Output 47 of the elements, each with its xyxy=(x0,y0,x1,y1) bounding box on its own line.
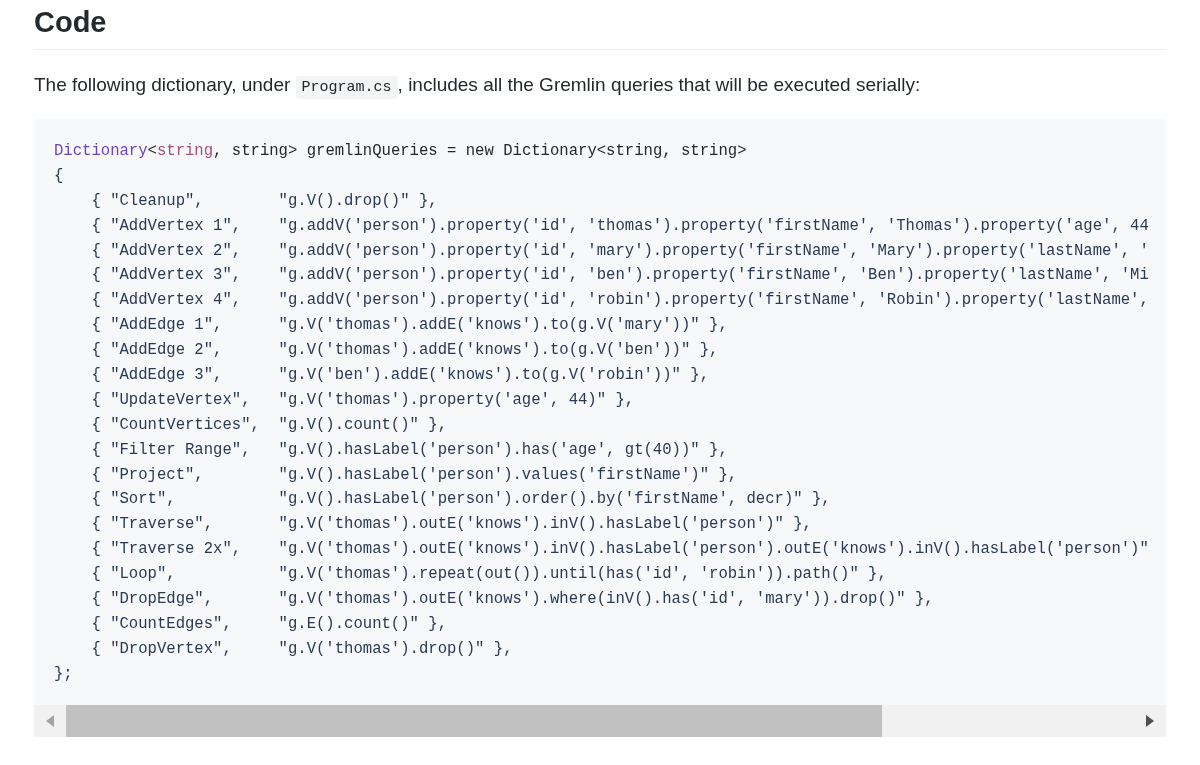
code-line: { xyxy=(54,165,64,187)
code-text: { "Cleanup", xyxy=(91,190,205,212)
code-text: { "AddEdge 1", xyxy=(91,315,224,337)
code-text: "g.V('ben').addE('knows').to(g.V('robin'))" }, xyxy=(278,365,710,386)
code-text: { "Traverse", xyxy=(91,514,215,536)
code-text: { "CountVertices", xyxy=(91,414,261,436)
code-line: Dictionary<string, string> gremlinQueries = new Dictionary<string, string> xyxy=(54,141,747,162)
code-text: "g.V('thomas').outE('knows').where(inV().has('id', 'mary')).drop()" }, xyxy=(278,589,934,611)
code-text: "g.addV('person').property('id', 'ben').property('firstName', 'Ben').property('lastName', 'Mi xyxy=(278,265,1149,287)
code-text: { "Project", xyxy=(91,464,205,486)
code-text: "g.V('thomas').outE('knows').inV().hasLabel('person')" }, xyxy=(278,514,812,536)
code-text: "g.addV('person').property('id', 'thomas').property('firstName', 'Thomas').property('age', 44 xyxy=(278,215,1149,237)
section-heading: Code xyxy=(34,4,1166,50)
code-line: }; xyxy=(54,663,73,685)
code-text: { "UpdateVertex", xyxy=(91,389,252,411)
code-text: "g.V().hasLabel('person').values('firstName')" }, xyxy=(278,464,738,486)
intro-text: The following dictionary, under Program.cs , includes all the Gremlin queries that will be executed serially: xyxy=(34,72,1166,101)
code-text: { "AddVertex 4", xyxy=(91,290,243,312)
code-text: "g.V().hasLabel('person').order().by('firstName', decr)" }, xyxy=(278,489,831,511)
code-text: "g.V('thomas').addE('knows').to(g.V('ben'))" }, xyxy=(278,340,719,362)
code-text: { "Loop", xyxy=(91,564,177,586)
code-text: { "Sort", xyxy=(91,489,177,511)
code-text: "g.V('thomas').addE('knows').to(g.V('mary'))" }, xyxy=(278,315,728,337)
code-text: { "AddEdge 3", xyxy=(91,365,224,386)
code-text: { "DropVertex", xyxy=(91,638,233,660)
code-text: { "AddVertex 1", xyxy=(91,215,243,237)
code-text: { "AddVertex 2", xyxy=(91,240,243,262)
code-text: { "AddEdge 2", xyxy=(91,340,224,362)
scroll-right-icon[interactable] xyxy=(1145,713,1155,728)
code-text: { "Traverse 2x", xyxy=(91,539,243,561)
code-text: "g.E().count()" }, xyxy=(278,613,447,635)
code-text: { "Filter Range", xyxy=(91,439,252,461)
code-text: "g.addV('person').property('id', 'mary').property('firstName', 'Mary').property('lastName', ' xyxy=(278,240,1149,262)
code-text: { "CountEdges", xyxy=(91,613,233,635)
code-text: "g.V('thomas').outE('knows').inV().hasLabel('person').outE('knows').inV().hasLabel('person')" xyxy=(278,539,1149,561)
code-text: "g.V().count()" }, xyxy=(278,414,447,436)
scroll-left-icon[interactable] xyxy=(45,713,55,728)
code-text: { "AddVertex 3", xyxy=(91,265,243,287)
code-text: "g.V().hasLabel('person').has('age', gt(40))" }, xyxy=(278,439,728,461)
code-text: "g.V('thomas').drop()" }, xyxy=(278,638,513,660)
code-text: { "DropEdge", xyxy=(91,589,215,611)
code-text: "g.V().drop()" }, xyxy=(278,190,438,212)
horizontal-scrollbar[interactable] xyxy=(34,704,1166,737)
code-text: "g.addV('person').property('id', 'robin').property('firstName', 'Robin').property('lastName', xyxy=(278,290,1149,312)
code-text: "g.V('thomas').repeat(out()).until(has('id', 'robin')).path()" }, xyxy=(278,564,887,586)
code-text: "g.V('thomas').property('age', 44)" }, xyxy=(278,389,635,411)
scrollbar-thumb[interactable] xyxy=(66,704,882,737)
